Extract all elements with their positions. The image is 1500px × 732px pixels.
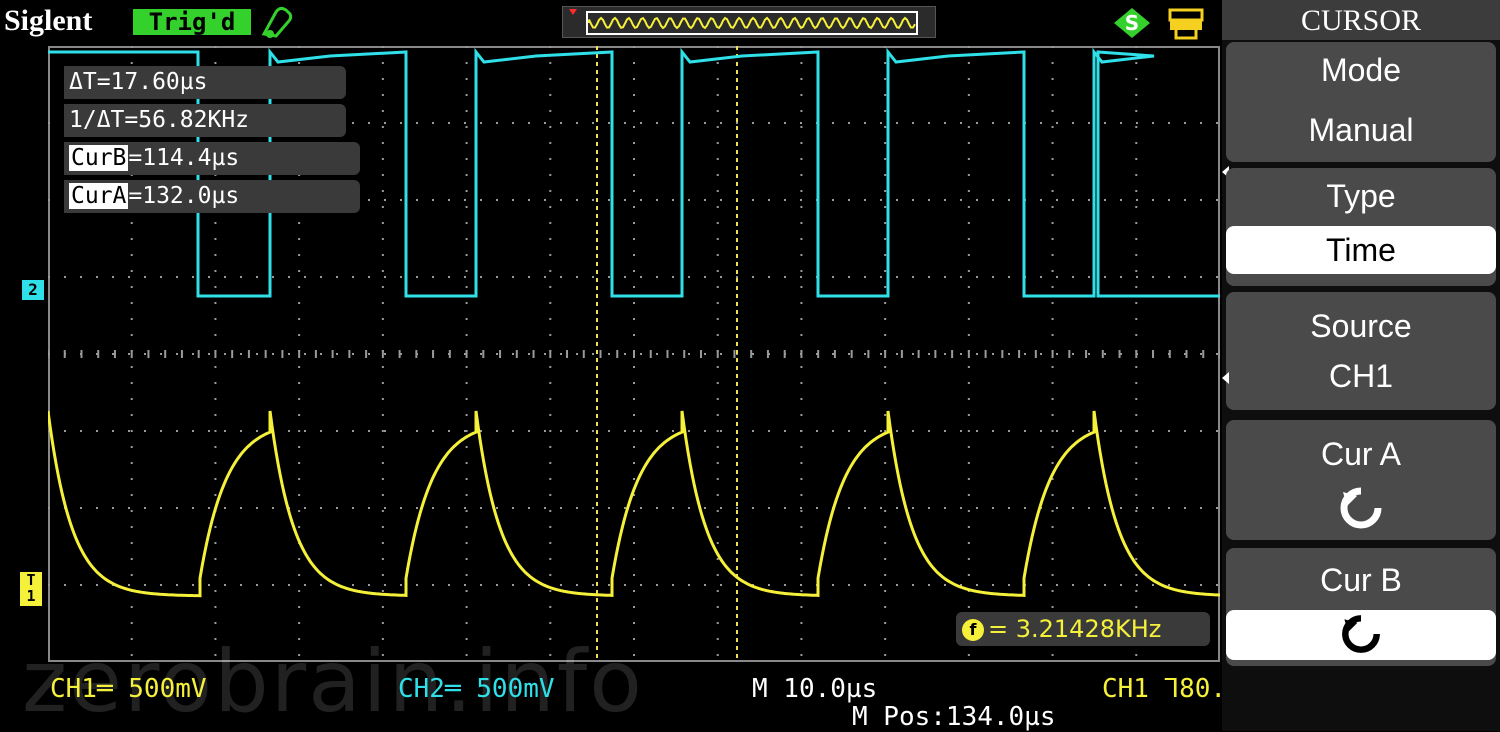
inverse-delta-t-readout: 1/ΔT=56.82KHz <box>64 104 346 137</box>
grid-lines <box>48 46 1220 662</box>
rotate-knob-icon <box>1342 615 1380 653</box>
waveform-display[interactable] <box>48 46 1220 662</box>
waveform-plot <box>48 46 1220 662</box>
cursor-b-label: Cur B <box>1320 562 1402 598</box>
usb-storage-icon: S <box>1114 8 1150 38</box>
memory-waveform-icon <box>569 9 918 35</box>
inverse-delta-t-value: 1/ΔT=56.82KHz <box>69 107 250 133</box>
cursor-menu: CURSOR Mode Manual Type Time Source CH1 … <box>1222 0 1500 731</box>
trigger-running-icon <box>261 6 293 38</box>
trigger-status: Trig'd <box>133 9 251 35</box>
top-status-bar: Siglent Trig'd S <box>0 0 1222 44</box>
type-button[interactable]: Type Time <box>1226 168 1496 286</box>
svg-text:S: S <box>1125 11 1139 35</box>
printer-icon <box>1168 8 1204 40</box>
horizontal-position[interactable]: M Pos:134.0µs <box>852 702 1056 732</box>
cursor-a-tag: CurA <box>69 183 129 209</box>
cursor-b-knob-area <box>1226 610 1496 660</box>
source-value: CH1 <box>1328 358 1393 394</box>
timebase-scale[interactable]: M 10.0µs <box>752 674 877 704</box>
type-label: Type <box>1326 178 1396 214</box>
source-button[interactable]: Source CH1 <box>1222 292 1496 410</box>
memory-position-bar <box>562 6 936 38</box>
frequency-icon: f <box>962 619 984 641</box>
mode-button[interactable]: Mode Manual <box>1222 42 1496 178</box>
cursor-b-readout: CurB=114.4µs <box>64 142 360 175</box>
cursor-a-button[interactable]: Cur A <box>1226 420 1496 540</box>
cursor-a-label: Cur A <box>1320 436 1402 472</box>
cursor-b-button[interactable]: Cur B <box>1226 548 1496 666</box>
rotate-knob-icon <box>1340 487 1382 529</box>
frequency-counter: f = 3.21428KHz <box>956 612 1210 646</box>
ch2-level-marker[interactable]: 2 <box>22 280 44 300</box>
ch1-level-marker[interactable]: T 1 <box>20 572 42 606</box>
mode-value: Manual <box>1308 112 1414 148</box>
type-value: Time <box>1226 226 1496 274</box>
ch2-scale[interactable]: CH2═ 500mV <box>398 674 555 704</box>
ch1-scale[interactable]: CH1═ 500mV <box>50 674 207 704</box>
menu-title: CURSOR <box>1222 0 1500 40</box>
cursor-b-value: =114.4µs <box>128 145 240 171</box>
source-label: Source <box>1310 308 1412 344</box>
cursor-a-readout: CurA=132.0µs <box>64 180 360 213</box>
delta-t-value: ΔT=17.60µs <box>69 69 208 95</box>
mode-label: Mode <box>1320 52 1402 88</box>
ch1-trace <box>48 410 1220 598</box>
delta-t-readout: ΔT=17.60µs <box>64 66 346 99</box>
brand-logo: Siglent <box>4 4 93 37</box>
cursor-b-tag: CurB <box>69 145 129 171</box>
cursor-a-value: =132.0µs <box>128 183 240 209</box>
frequency-value: = 3.21428KHz <box>988 615 1162 643</box>
